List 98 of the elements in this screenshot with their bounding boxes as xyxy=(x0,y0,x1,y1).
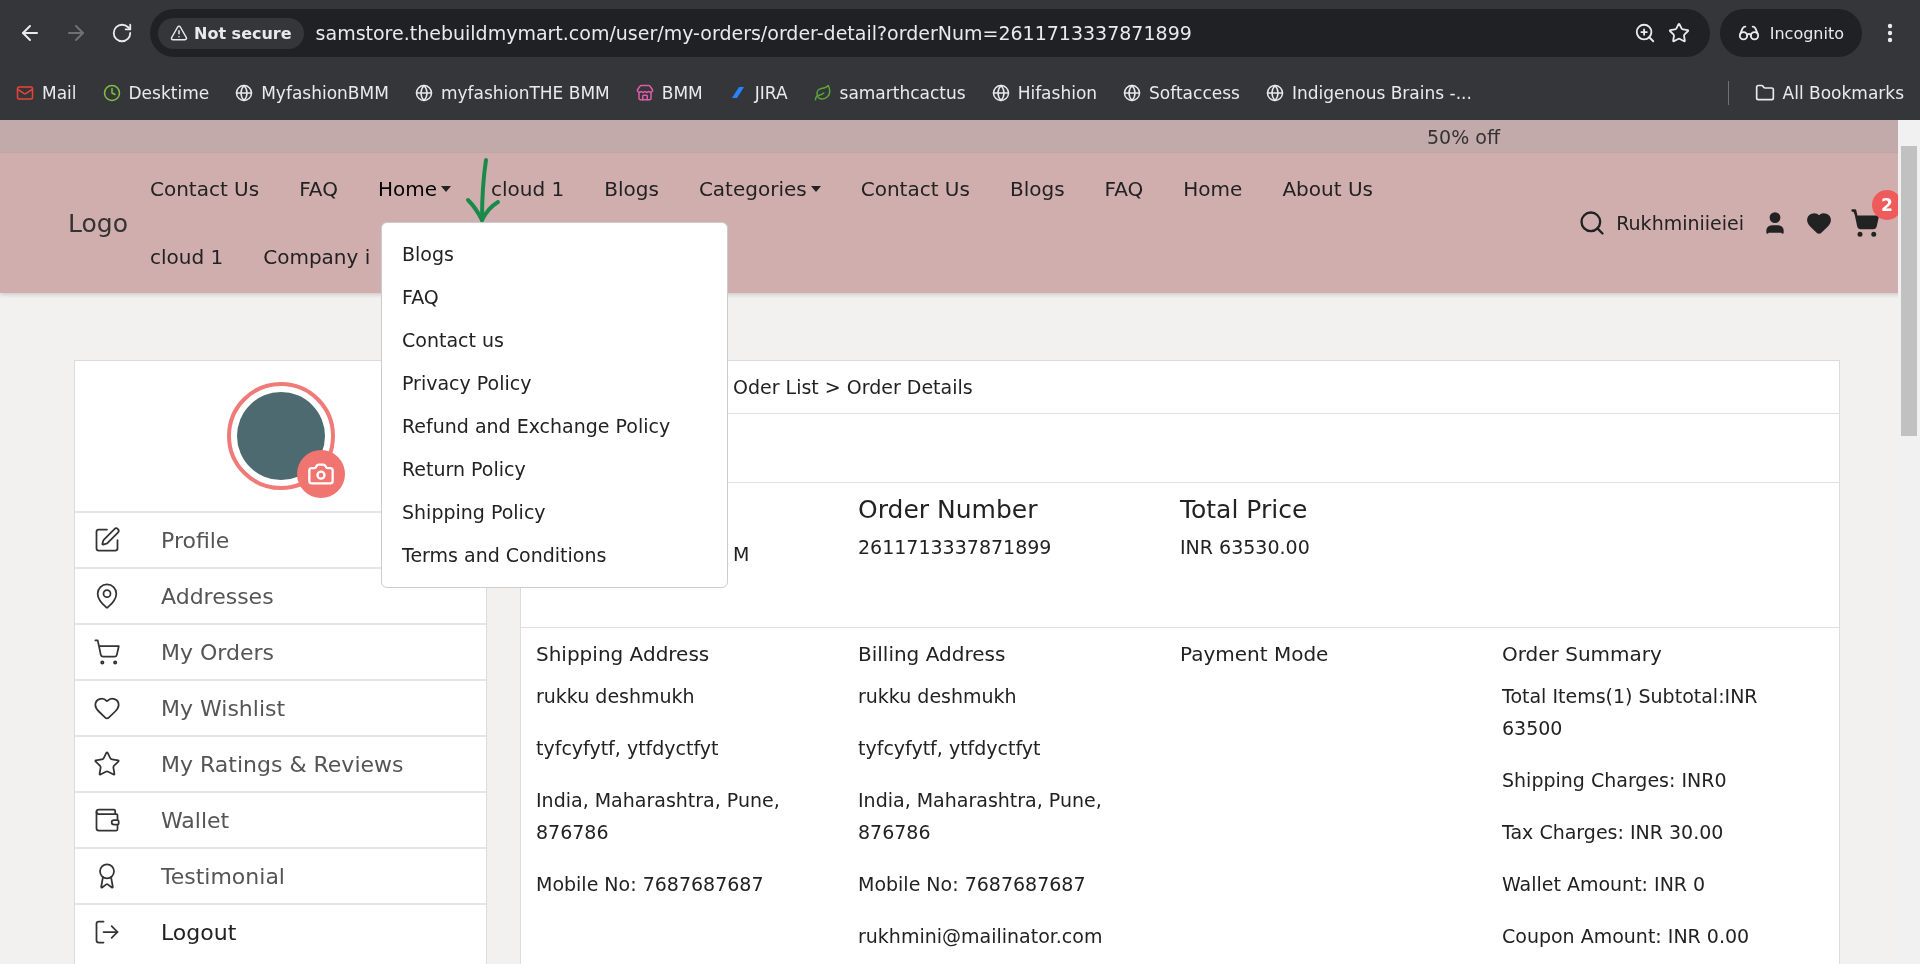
dropdown-item[interactable]: Shipping Policy xyxy=(402,491,707,534)
section-heading: Payment Mode xyxy=(1180,642,1330,666)
detail-text: India, Maharashtra, Pune, 876786 xyxy=(536,788,781,845)
globe-icon xyxy=(1123,84,1142,102)
dropdown-item[interactable]: Contact us xyxy=(402,319,707,362)
star-icon xyxy=(93,750,121,778)
bookmark[interactable]: samarthcactus xyxy=(813,83,966,103)
camera-button[interactable] xyxy=(296,450,345,498)
globe-icon xyxy=(414,84,433,102)
bookmark[interactable]: Indigenous Brains -... xyxy=(1265,83,1472,103)
cart-icon[interactable] xyxy=(1850,208,1880,238)
all-bookmarks[interactable]: All Bookmarks xyxy=(1754,83,1904,103)
globe-icon xyxy=(1265,84,1284,102)
section-heading: Billing Address xyxy=(858,642,1007,666)
section-heading: Order Summary xyxy=(1502,642,1663,666)
incognito-label: Incognito xyxy=(1769,23,1844,43)
sidebar-item[interactable]: Wallet xyxy=(75,793,230,847)
address-bar[interactable]: Not secure samstore.thebuildmymart.com/user/my-orders/order-detail?orderNum=2611713337871899 xyxy=(150,9,1710,57)
detail-text: Shipping Charges: INR0 xyxy=(1502,768,1728,793)
bookmark-star-icon[interactable] xyxy=(1667,22,1690,44)
sidebar-item[interactable]: Testimonial xyxy=(75,849,285,903)
detail-text: rukhmini@mailinator.com xyxy=(858,924,1104,949)
detail-text: rukku deshmukh xyxy=(858,684,1018,709)
store-icon xyxy=(635,84,654,102)
sidebar-item[interactable]: My Orders xyxy=(75,625,274,679)
info-value: INR 63530.00 xyxy=(1180,536,1311,558)
detail-text: India, Maharashtra, Pune, 876786 xyxy=(858,788,1103,845)
sidebar-item[interactable]: My Wishlist xyxy=(75,681,286,735)
detail-text: Tax Charges: INR 30.00 xyxy=(1502,820,1725,845)
search-icon[interactable] xyxy=(1578,209,1607,237)
sidebar-item[interactable]: Addresses xyxy=(75,569,274,623)
order-date-value: M xyxy=(733,543,750,565)
sidebar-item[interactable]: Logout xyxy=(75,905,237,959)
globe-icon xyxy=(991,84,1010,102)
bookmark[interactable]: JIRA xyxy=(728,83,788,103)
dropdown-item[interactable]: Blogs xyxy=(402,233,707,276)
folder-icon xyxy=(1754,83,1775,103)
nav-link[interactable]: cloud 1 xyxy=(149,245,224,269)
mail-icon xyxy=(16,84,34,102)
bookmark[interactable]: Softaccess xyxy=(1123,83,1240,103)
clock-icon xyxy=(102,84,121,102)
detail-text: Mobile No: 7687687687 xyxy=(858,872,1087,897)
more-dots-icon xyxy=(1887,23,1893,43)
nav-link[interactable]: cloud 1 xyxy=(491,177,565,201)
bookmark[interactable]: Mail xyxy=(16,83,77,103)
detail-text: Total Items(1) Subtotal:INR 63500 xyxy=(1502,684,1759,741)
dropdown-item[interactable]: Refund and Exchange Policy xyxy=(402,405,707,448)
wishlist-icon[interactable] xyxy=(1806,210,1832,236)
warning-icon xyxy=(170,24,188,42)
nav-link[interactable]: Blogs xyxy=(1009,177,1065,201)
nav-link[interactable]: FAQ xyxy=(299,177,338,201)
promo-text: 50% off xyxy=(1427,125,1500,148)
user-name[interactable]: Rukhminiieiei xyxy=(1616,212,1744,234)
dropdown-item[interactable]: Terms and Conditions xyxy=(402,534,707,577)
edit-icon xyxy=(93,526,121,554)
security-chip[interactable]: Not secure xyxy=(158,17,304,49)
nav-link[interactable]: Home xyxy=(377,177,451,201)
sidebar-item[interactable]: My Ratings & Reviews xyxy=(75,737,404,791)
detail-text: tyfcyfytf, ytfdyctfyt xyxy=(858,736,1042,761)
zoom-icon[interactable] xyxy=(1633,22,1656,44)
nav-link[interactable]: Contact Us xyxy=(860,177,970,201)
detail-text: tyfcyfytf, ytfdyctfyt xyxy=(536,736,720,761)
leaf-icon xyxy=(813,84,832,102)
dropdown-item[interactable]: Return Policy xyxy=(402,448,707,491)
info-heading: Order Number xyxy=(858,495,1039,524)
reload-icon xyxy=(111,22,133,44)
bookmark[interactable]: Desktime xyxy=(102,83,210,103)
nav-link[interactable]: Company i xyxy=(263,245,371,269)
nav-link[interactable]: FAQ xyxy=(1104,177,1144,201)
nav-link[interactable]: Contact Us xyxy=(149,177,260,201)
detail-text: Mobile No: 7687687687 xyxy=(536,872,765,897)
section-heading: Shipping Address xyxy=(536,642,711,666)
scrollbar-thumb[interactable] xyxy=(1901,146,1917,436)
info-value: 2611713337871899 xyxy=(858,536,1053,558)
security-label: Not secure xyxy=(194,23,292,43)
breadcrumb: Oder List > Order Details xyxy=(733,376,973,398)
nav-link[interactable]: Home xyxy=(1183,177,1243,201)
bookmark[interactable]: BMM xyxy=(635,83,703,103)
detail-text: rukku deshmukh xyxy=(536,684,696,709)
bookmark[interactable]: Hifashion xyxy=(991,83,1098,103)
bookmark[interactable]: myfashionTHE BMM xyxy=(414,83,610,103)
globe-icon xyxy=(235,84,254,102)
bookmark[interactable]: MyfashionBMM xyxy=(235,83,389,103)
logo[interactable]: Logo xyxy=(68,208,128,238)
detail-text: Coupon Amount: INR 0.00 xyxy=(1502,924,1751,949)
sidebar-item[interactable]: Profile xyxy=(75,513,230,567)
url-text: samstore.thebuildmymart.com/user/my-orders/order-detail?orderNum=2611713337871899 xyxy=(315,22,1193,44)
nav-link[interactable]: Categories xyxy=(698,177,821,201)
dropdown-item[interactable]: Privacy Policy xyxy=(402,362,707,405)
nav-link[interactable]: Blogs xyxy=(604,177,659,201)
cart-icon xyxy=(93,638,121,666)
detail-text: Wallet Amount: INR 0 xyxy=(1502,872,1707,897)
wallet-icon xyxy=(93,806,121,834)
logout-icon xyxy=(93,918,121,946)
info-heading: Total Price xyxy=(1180,495,1309,524)
nav-link[interactable]: About Us xyxy=(1282,177,1373,201)
incognito-chip[interactable]: Incognito xyxy=(1719,9,1862,57)
dropdown-item[interactable]: FAQ xyxy=(402,276,707,319)
